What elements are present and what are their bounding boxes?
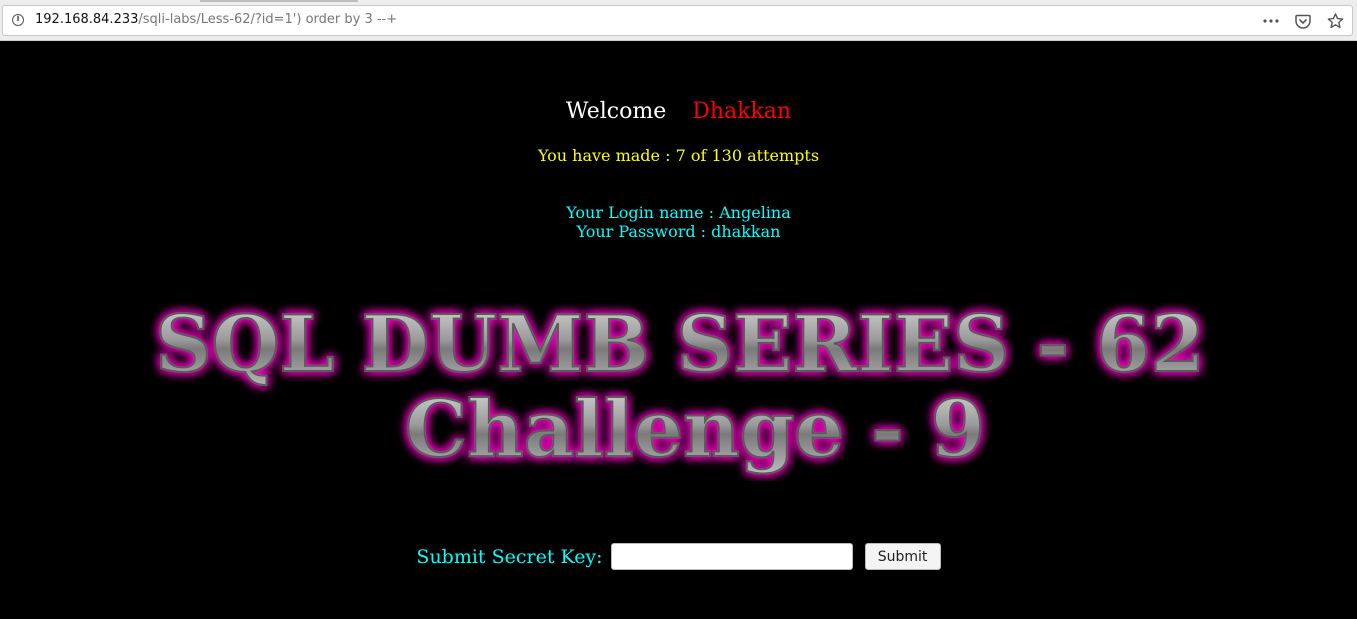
login-name-text: Your Login name : Angelina	[566, 203, 791, 222]
banner-title-line2: Challenge - 9	[405, 384, 985, 475]
welcome-text: Welcome	[565, 99, 667, 124]
welcome-line: Welcome Dhakkan	[0, 99, 1357, 124]
url-text[interactable]: 192.168.84.233/sqli-labs/Less-62/?id=1')…	[35, 12, 397, 27]
attempts-counter: You have made : 7 of 130 attempts	[537, 146, 820, 165]
url-path: /sqli-labs/Less-62/?id=1') order by 3 --…	[138, 12, 398, 27]
banner-title-line1: SQL DUMB SERIES - 62	[155, 299, 1204, 390]
secret-key-form: Submit Secret Key: Submit	[0, 543, 1357, 570]
bookmark-star-icon[interactable]	[1326, 12, 1344, 30]
url-host: 192.168.84.233	[35, 12, 139, 27]
submit-button[interactable]: Submit	[864, 543, 941, 570]
address-bar[interactable]: i 192.168.84.233/sqli-labs/Less-62/?id=1…	[2, 5, 1353, 36]
page-content: Welcome Dhakkan You have made : 7 of 130 …	[0, 41, 1357, 619]
secret-key-label: Submit Secret Key:	[416, 545, 603, 568]
secret-key-input[interactable]	[610, 543, 853, 570]
password-text: Your Password : dhakkan	[576, 222, 781, 241]
info-icon[interactable]: i	[12, 14, 24, 26]
username-text: Dhakkan	[692, 99, 792, 124]
browser-toolbar: i 192.168.84.233/sqli-labs/Less-62/?id=1…	[0, 0, 1357, 41]
address-bar-actions	[1262, 12, 1344, 30]
pocket-icon[interactable]	[1294, 12, 1312, 30]
challenge-banner-image: SQL DUMB SERIES - 62 Challenge - 9	[140, 291, 1220, 481]
active-tab-indicator	[200, 0, 358, 2]
more-icon[interactable]	[1262, 12, 1280, 30]
